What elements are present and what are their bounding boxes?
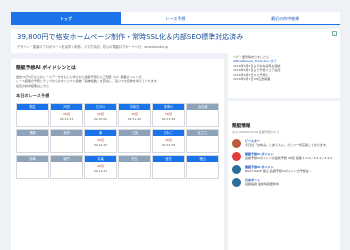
feed-text: 今日は「お休み」と言う人に。ガッツ一杯応援しております。 bbox=[245, 143, 329, 147]
race-venue[interactable]: 平和島 bbox=[119, 103, 150, 110]
race-number: 4R目 bbox=[165, 137, 172, 142]
feed-text: 競艇予想AIボイドンの最新予想 3R目 投票 1-3-4 / 3-4-2 / 3… bbox=[245, 156, 333, 160]
race-venue[interactable]: 桐生 bbox=[17, 103, 48, 110]
notice-line: 2018年6月1日 PR広告掲載 bbox=[233, 77, 271, 82]
feed-item[interactable]: ビースター 今日は「お休み」と言う人に。ガッツ一杯応援しております。 bbox=[232, 139, 336, 148]
race-venue[interactable]: 徳山 bbox=[187, 155, 218, 162]
race-cell[interactable]: 徳山 bbox=[186, 154, 219, 179]
news-feed: ビースター 今日は「お休み」と言う人に。ガッツ一杯応援しております。 競艇予想AI … bbox=[232, 139, 336, 187]
ad-info-icon[interactable]: i bbox=[332, 31, 337, 36]
race-cell[interactable]: 多摩川 5R目 09:11:48 bbox=[152, 102, 185, 127]
race-time: 09:11:33 bbox=[59, 116, 74, 121]
race-number: 9R目 bbox=[63, 111, 70, 116]
race-cell[interactable]: 桐生 bbox=[16, 102, 49, 127]
race-cell[interactable]: 丸亀 4R目 09:11:47 bbox=[84, 154, 117, 179]
race-venue[interactable]: 戸田 bbox=[51, 103, 82, 110]
race-venue[interactable]: びわこ bbox=[153, 129, 184, 136]
race-cell[interactable]: 蒲郡 bbox=[16, 128, 49, 153]
tab-race-predictions[interactable]: レース予想 bbox=[121, 12, 231, 24]
feed-text: 競艇速報 最新情報更新中 bbox=[245, 182, 279, 186]
race-venue[interactable]: 常滑 bbox=[51, 129, 82, 136]
race-cell[interactable]: 尼崎 bbox=[16, 154, 49, 179]
feed-item[interactable]: 競艇予想AI ボイドン 競艇予想AIボイドンの最新予想 3R目 投票 1-3-4 … bbox=[232, 152, 336, 161]
race-venue[interactable]: 津 bbox=[85, 129, 116, 136]
race-number: 4R目 bbox=[131, 111, 138, 116]
race-time: 09:12:35 bbox=[161, 142, 176, 147]
tab-top[interactable]: トップ bbox=[11, 12, 121, 24]
feed-body: 日本ボート 競艇速報 最新情報更新中 bbox=[245, 178, 279, 187]
race-venue[interactable]: 多摩川 bbox=[153, 103, 184, 110]
race-time: 09:12:25 bbox=[93, 142, 108, 147]
race-cell[interactable]: 江戸川 3R目 09:10:00 bbox=[84, 102, 117, 127]
race-venue[interactable]: 住之江 bbox=[187, 129, 218, 136]
feed-body: ビースター 今日は「お休み」と言う人に。ガッツ一杯応援しております。 bbox=[245, 139, 329, 148]
race-cell[interactable]: びわこ 4R目 09:12:35 bbox=[152, 128, 185, 153]
section-title: 本日のレース予想 bbox=[16, 92, 50, 98]
race-time: 09:11:47 bbox=[93, 168, 108, 173]
tab-recent-results[interactable]: 最近の的中結果 bbox=[230, 12, 340, 24]
race-venue[interactable]: 浜名湖 bbox=[187, 103, 218, 110]
avatar bbox=[232, 178, 241, 187]
race-venue[interactable]: 三国 bbox=[119, 129, 150, 136]
race-venue[interactable]: 蒲郡 bbox=[17, 129, 48, 136]
race-cell[interactable]: 平和島 4R目 09:11:40 bbox=[118, 102, 151, 127]
race-time: 09:11:48 bbox=[161, 116, 176, 121]
race-number: 3R目 bbox=[97, 111, 104, 116]
feed-item[interactable]: 日本ボート 競艇速報 最新情報更新中 bbox=[232, 178, 336, 187]
news-title: 競艇情報 bbox=[232, 124, 251, 129]
page-title: 競艇予想AI ボイドシンとは bbox=[16, 66, 76, 71]
feed-body: 競艇予想AI ボイドン 競艇予想AIボイドンの最新予想 3R目 投票 1-3-4 … bbox=[245, 152, 332, 161]
race-cell[interactable]: 浜名湖 bbox=[186, 102, 219, 127]
feed-text: BOAT RACE 徳山 競艇予想AIボイドンの予想は... bbox=[245, 169, 312, 173]
top-navigation: トップ レース予想 最近の的中結果 bbox=[11, 12, 340, 25]
avatar bbox=[232, 152, 241, 161]
avatar bbox=[232, 139, 241, 148]
race-venue[interactable]: 尼崎 bbox=[17, 155, 48, 162]
news-subtitle: @AI_PREDICTION 競艇予想AIにて bbox=[232, 130, 280, 134]
race-number: 5R目 bbox=[97, 137, 104, 142]
feed-item[interactable]: 競艇予想AI ボイドン BOAT RACE 徳山 競艇予想AIボイドンの予想は..… bbox=[232, 165, 336, 174]
ad-banner[interactable]: 39,800円で格安ホームページ制作・常時SSL化＆内部SEO標準対応済み デザ… bbox=[11, 29, 340, 53]
race-cell[interactable]: 三国 bbox=[118, 128, 151, 153]
avatar bbox=[232, 165, 241, 174]
race-cell[interactable]: 住之江 bbox=[186, 128, 219, 153]
race-venue[interactable]: 宮島 bbox=[153, 155, 184, 162]
race-time: 09:10:00 bbox=[93, 116, 108, 121]
race-time: 09:11:40 bbox=[127, 116, 142, 121]
race-venue[interactable]: 鳴門 bbox=[51, 155, 82, 162]
race-cell[interactable]: 鳴門 bbox=[50, 154, 83, 179]
race-cell[interactable]: 児島 bbox=[118, 154, 151, 179]
race-cell[interactable]: 戸田 9R目 09:11:33 bbox=[50, 102, 83, 127]
notice-box: バグ・要望等ありましたら @BoatRaceAI_Prediction まで 201… bbox=[228, 51, 340, 98]
ad-subtext: デザイン・集客のプロがページを素早く制作。スマホ対応。初心の電脳ログボードへ行、… bbox=[17, 45, 168, 49]
race-number: 4R目 bbox=[97, 163, 104, 168]
news-box: 競艇情報 @AI_PREDICTION 競艇予想AIにて ビースター 今日は「お休… bbox=[228, 101, 340, 250]
description-line-3: 最近の的中結果はこちら bbox=[16, 83, 50, 88]
feed-body: 競艇予想AI ボイドン BOAT RACE 徳山 競艇予想AIボイドンの予想は..… bbox=[245, 165, 312, 174]
main-panel: 競艇予想AI ボイドシンとは 過去10万5万以上のレースデータをもとに作られた競… bbox=[11, 59, 224, 250]
race-venue[interactable]: 丸亀 bbox=[85, 155, 116, 162]
race-number: 5R目 bbox=[165, 111, 172, 116]
race-grid: 桐生 戸田 9R目 09:11:33 江戸川 3R目 09:10:00 平和島 4R目 09:11… bbox=[16, 102, 219, 179]
race-cell[interactable]: 常滑 bbox=[50, 128, 83, 153]
race-cell[interactable]: 宮島 bbox=[152, 154, 185, 179]
ad-headline[interactable]: 39,800円で格安ホームページ制作・常時SSL化＆内部SEO標準対応済み bbox=[17, 32, 334, 42]
race-cell[interactable]: 津 5R目 09:12:25 bbox=[84, 128, 117, 153]
race-venue[interactable]: 児島 bbox=[119, 155, 150, 162]
race-venue[interactable]: 江戸川 bbox=[85, 103, 116, 110]
